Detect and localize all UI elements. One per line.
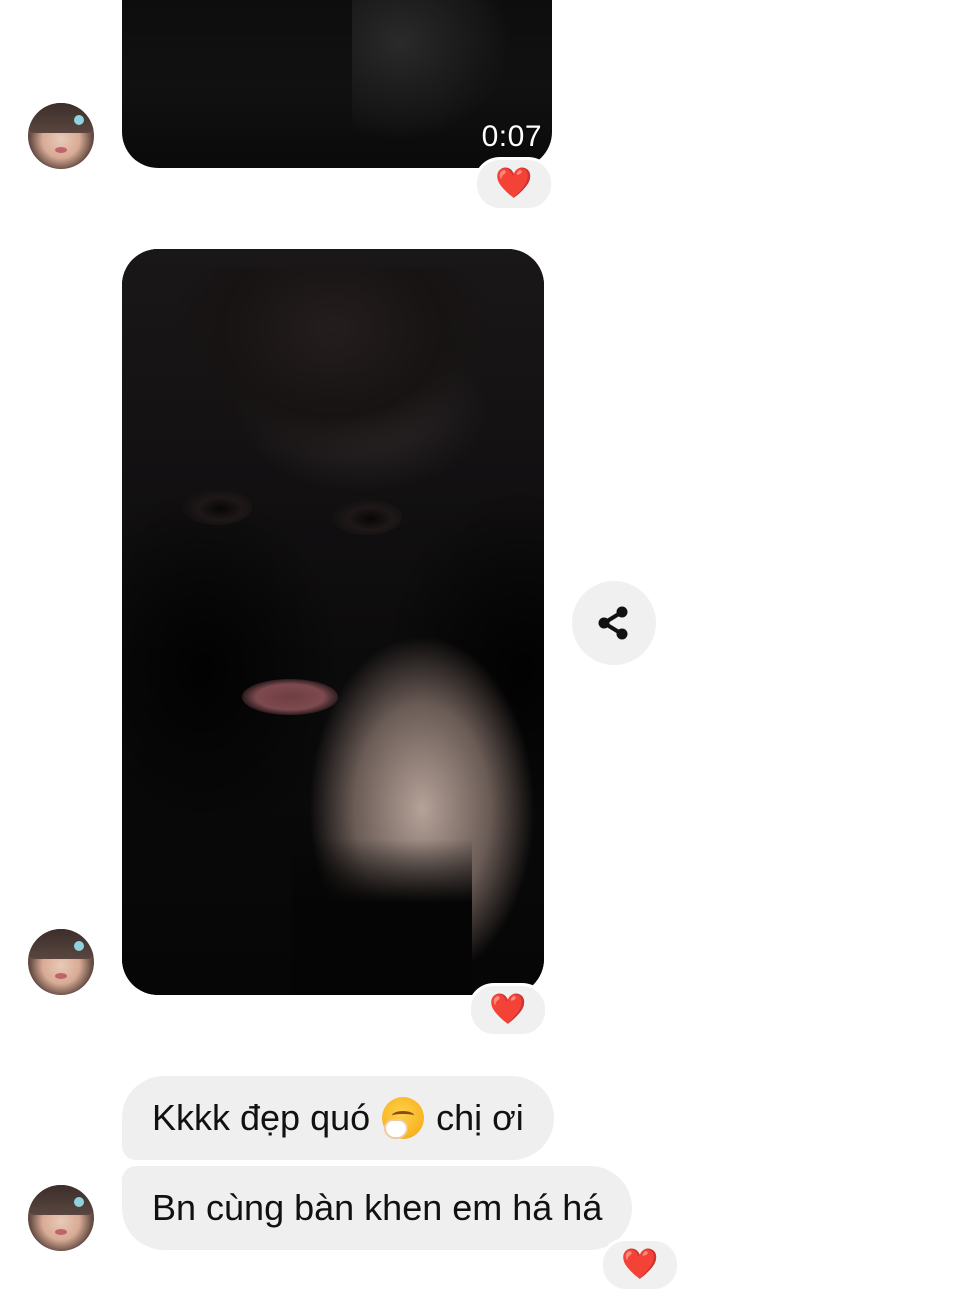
photo-collar	[292, 839, 472, 995]
avatar-lips	[55, 1229, 67, 1235]
message-bubble[interactable]: Kkkk đẹp quó chị ơi	[122, 1076, 554, 1160]
photo-eye-left	[182, 489, 252, 525]
avatar-hair	[28, 103, 94, 133]
avatar[interactable]	[28, 103, 94, 169]
reaction-heart-badge[interactable]: ❤️	[600, 1238, 680, 1292]
video-duration: 0:07	[481, 120, 542, 153]
avatar-hairclip	[74, 1197, 84, 1207]
message-text: chị ơi	[436, 1097, 524, 1138]
video-message[interactable]: 0:07	[122, 0, 552, 168]
share-button[interactable]	[572, 581, 656, 665]
avatar-hair	[28, 1185, 94, 1215]
heart-icon: ❤️	[489, 993, 527, 1026]
photo-lips	[242, 679, 338, 715]
avatar-hairclip	[74, 115, 84, 125]
message-bubble[interactable]: Bn cùng bàn khen em há há	[122, 1166, 633, 1250]
heart-icon: ❤️	[495, 167, 533, 200]
heart-icon: ❤️	[621, 1248, 659, 1281]
reaction-heart-badge[interactable]: ❤️	[468, 983, 548, 1037]
photo-hair	[162, 269, 502, 469]
avatar[interactable]	[28, 929, 94, 995]
message-text: Bn cùng bàn khen em há há	[152, 1187, 603, 1228]
avatar[interactable]	[28, 1185, 94, 1251]
avatar-lips	[55, 973, 67, 979]
video-thumbnail-shape	[352, 0, 512, 140]
reaction-heart-badge[interactable]: ❤️	[474, 157, 554, 211]
photo-message[interactable]	[122, 249, 544, 995]
photo-eye-right	[332, 499, 402, 535]
avatar-hair	[28, 929, 94, 959]
face-with-hand-over-mouth-icon	[382, 1097, 425, 1139]
message-text: Kkkk đẹp quó	[152, 1097, 371, 1138]
avatar-lips	[55, 147, 67, 153]
avatar-hairclip	[74, 941, 84, 951]
share-icon	[598, 606, 628, 640]
